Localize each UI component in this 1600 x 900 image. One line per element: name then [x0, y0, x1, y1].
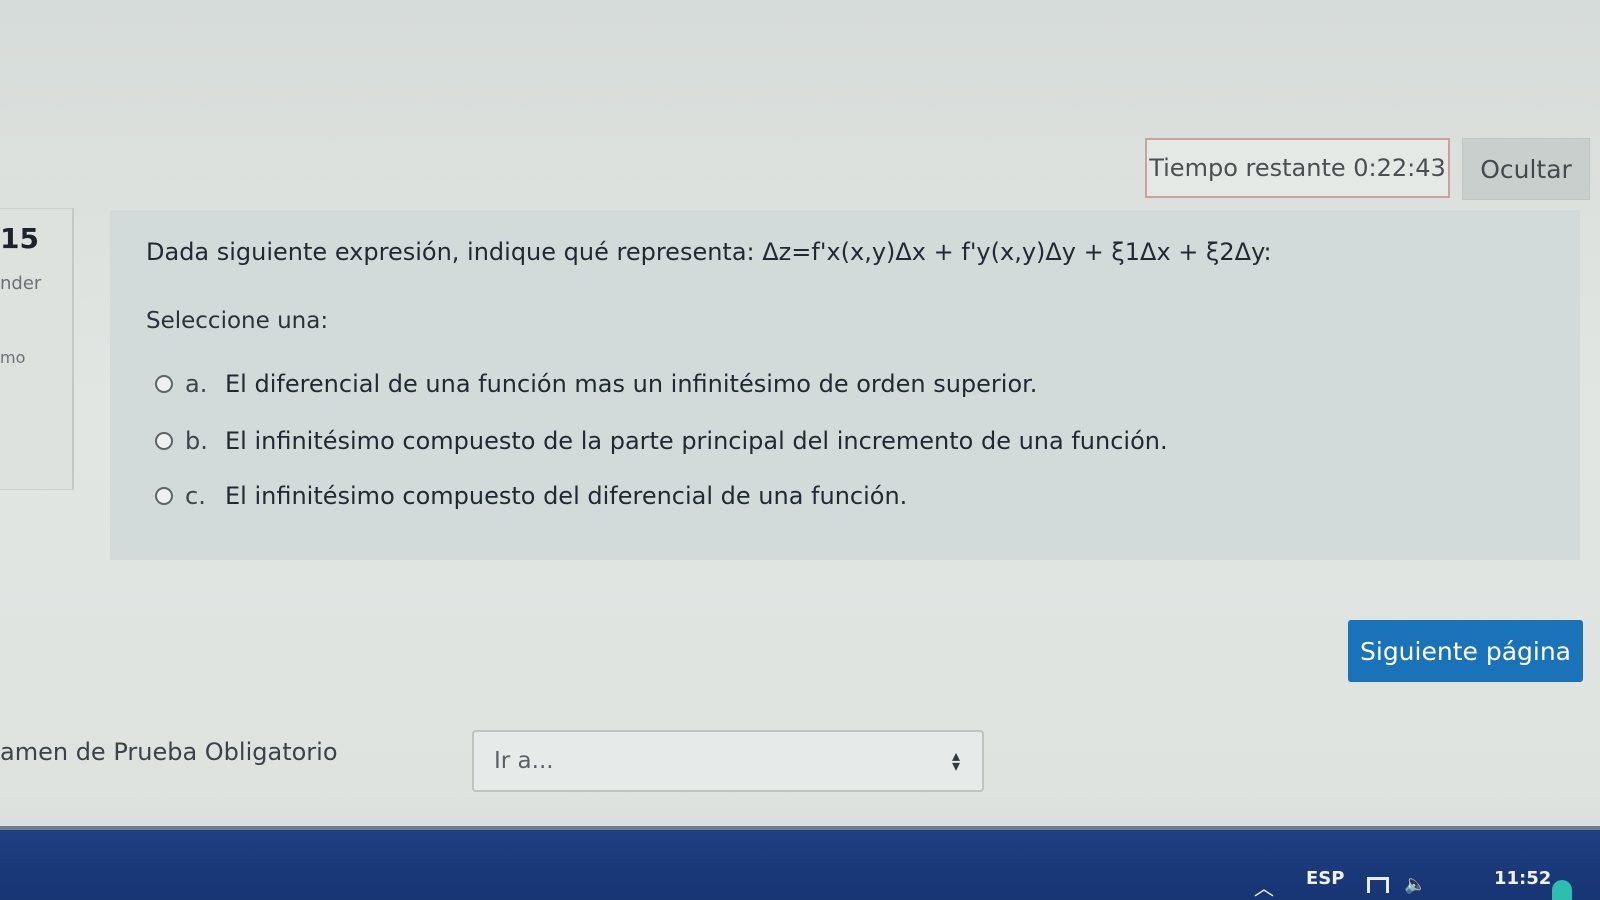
option-letter: a.	[185, 370, 208, 398]
next-page-button[interactable]: Siguiente página	[1348, 620, 1583, 682]
language-indicator[interactable]: ESP	[1306, 868, 1344, 889]
taskbar-clock[interactable]: 11:52	[1494, 868, 1551, 889]
time-remaining-text: Tiempo restante 0:22:43	[1149, 154, 1446, 182]
select-arrows-icon: ▴ ▾	[951, 746, 960, 775]
chevron-up-icon[interactable]: ︿	[1254, 872, 1274, 900]
jump-to-select[interactable]: Ir a... ▴ ▾	[472, 730, 984, 792]
hide-timer-label: Ocultar	[1480, 154, 1572, 184]
radio-b[interactable]	[155, 432, 173, 450]
option-text: El diferencial de una función mas un inf…	[225, 370, 1038, 398]
question-status-text: nder	[0, 273, 42, 294]
next-page-label: Siguiente página	[1360, 636, 1571, 666]
notification-icon[interactable]	[1552, 880, 1572, 900]
windows-taskbar	[0, 826, 1600, 900]
answer-option-b[interactable]: b. El infinitésimo compuesto de la parte…	[155, 427, 1168, 455]
option-text: El infinitésimo compuesto del diferencia…	[225, 482, 908, 510]
hide-timer-button[interactable]: Ocultar	[1462, 138, 1590, 200]
radio-a[interactable]	[155, 375, 173, 393]
time-remaining-display: Tiempo restante 0:22:43	[1145, 138, 1450, 198]
exam-name-link[interactable]: amen de Prueba Obligatorio	[0, 738, 338, 766]
answer-option-c[interactable]: c. El infinitésimo compuesto del diferen…	[155, 482, 907, 510]
option-text: El infinitésimo compuesto de la parte pr…	[225, 427, 1168, 455]
question-grade-text: mo	[0, 348, 26, 367]
question-text: Dada siguiente expresión, indique qué re…	[146, 238, 1272, 266]
jump-to-placeholder: Ir a...	[494, 748, 554, 774]
question-number: 15	[0, 222, 39, 255]
radio-c[interactable]	[155, 487, 173, 505]
network-icon[interactable]	[1367, 877, 1389, 893]
volume-icon[interactable]: 🔈	[1404, 874, 1426, 895]
select-one-prompt: Seleccione una:	[146, 308, 329, 334]
option-letter: c.	[185, 482, 206, 510]
option-letter: b.	[185, 427, 208, 455]
answer-option-a[interactable]: a. El diferencial de una función mas un …	[155, 370, 1037, 398]
